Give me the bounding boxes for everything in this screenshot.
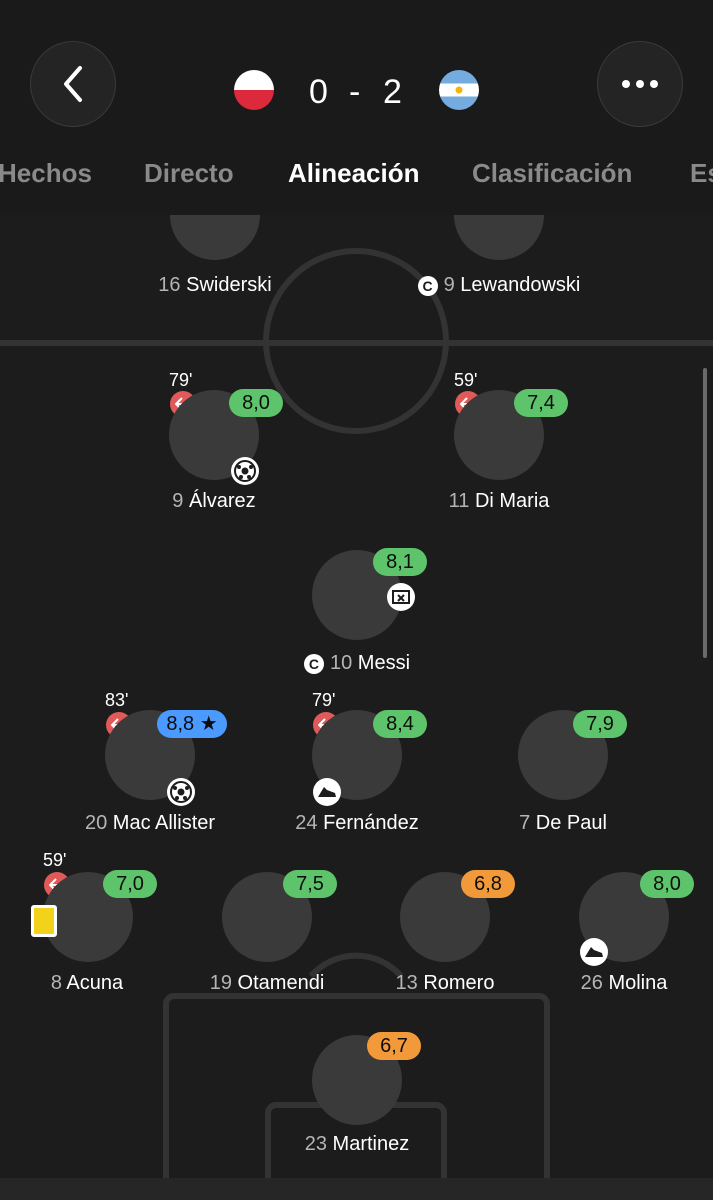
player-name: 16 Swiderski [158, 274, 272, 296]
tab-bar: Hechos Directo Alineación Clasificación … [0, 150, 713, 202]
chevron-left-icon [64, 66, 82, 102]
tab-alineacion[interactable]: Alineación [288, 158, 419, 189]
tab-estadisticas[interactable]: Es [690, 158, 713, 189]
goal-ball-icon [167, 778, 195, 806]
rating-badge: 7,4 [514, 389, 568, 417]
poland-flag-icon [234, 70, 274, 110]
captain-icon: C [303, 653, 324, 674]
player-name: 23 Martinez [304, 1133, 410, 1155]
goal-missed-icon [387, 583, 415, 611]
player-di-maria[interactable]: 59' 7,4 11 Di Maria [369, 370, 629, 520]
assist-boot-icon [313, 778, 341, 806]
player-alvarez[interactable]: 79' 8,0 9 Álvarez [84, 370, 344, 520]
star-icon: ★ [199, 713, 218, 735]
substitution-time: 79' [169, 370, 193, 390]
scrollbar[interactable] [703, 368, 707, 658]
back-button[interactable] [30, 41, 116, 127]
assist-boot-icon [580, 938, 608, 966]
player-name: C 10 Messi [227, 652, 487, 675]
player-name: 11 Di Maria [448, 490, 550, 512]
rating-badge: 8,4 [373, 710, 427, 738]
rating-badge: 8,0 [640, 870, 694, 898]
player-name: C9 Lewandowski [369, 274, 629, 297]
goal-ball-icon [231, 457, 259, 485]
yellow-card-icon [31, 905, 57, 937]
substitution-time: 83' [105, 690, 129, 710]
rating-badge: 6,7 [367, 1032, 421, 1060]
player-molina[interactable]: 8,0 26 Molina [494, 850, 713, 1000]
score-separator: - [349, 73, 361, 111]
more-options-button[interactable] [597, 41, 683, 127]
player-name: 26 Molina [580, 972, 668, 994]
argentina-flag-icon [439, 70, 479, 110]
player-de-paul[interactable]: 7,9 7 De Paul [433, 690, 693, 840]
player-name: 9 Álvarez [172, 490, 256, 512]
match-header: 0 - 2 Hechos Directo Alineación Clasific… [0, 0, 713, 215]
tab-clasificacion[interactable]: Clasificación [472, 158, 632, 189]
substitution-time: 59' [43, 850, 67, 870]
player-martinez[interactable]: 6,7 23 Martinez [227, 1032, 487, 1165]
substitution-time: 79' [312, 690, 336, 710]
rating-badge: 8,1 [373, 548, 427, 576]
player-name: 7 De Paul [519, 812, 607, 834]
tab-directo[interactable]: Directo [144, 158, 234, 189]
ellipsis-icon [622, 80, 658, 88]
player-messi[interactable]: 8,1 C 10 Messi [227, 548, 487, 680]
rating-badge: 8,8 ★ [157, 710, 227, 738]
rating-badge: 7,9 [573, 710, 627, 738]
tab-hechos[interactable]: Hechos [0, 158, 92, 189]
substitution-time: 59' [454, 370, 478, 390]
rating-badge: 8,0 [229, 389, 283, 417]
home-score: 0 [309, 73, 328, 111]
captain-icon: C [417, 275, 438, 296]
away-score: 2 [383, 73, 402, 111]
